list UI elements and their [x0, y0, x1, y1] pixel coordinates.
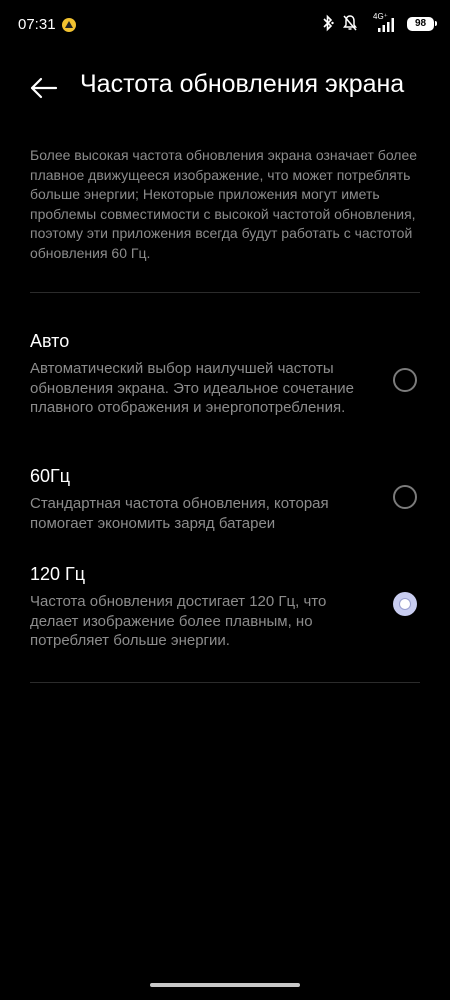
radio-auto[interactable]	[393, 368, 417, 392]
battery-tip	[435, 21, 437, 26]
option-60hz[interactable]: 60Гц Стандартная частота обновления, кот…	[0, 466, 450, 532]
status-bar: 07:31 4G⁺ 98	[0, 0, 450, 50]
notifications-off-icon	[343, 15, 357, 31]
divider-top	[30, 292, 420, 293]
divider-bottom	[30, 682, 420, 683]
home-indicator[interactable]	[150, 983, 300, 987]
status-time: 07:31	[18, 16, 56, 33]
signal-icon: 4G⁺	[373, 12, 399, 32]
option-description: Частота обновления достигает 120 Гц, что…	[30, 593, 327, 649]
app-notification-icon	[62, 18, 76, 32]
description-text: Более высокая частота обновления экрана …	[30, 147, 418, 261]
radio-120hz-selected[interactable]	[393, 592, 417, 616]
back-arrow-icon	[30, 77, 58, 99]
option-title: 120 Гц	[30, 564, 86, 584]
option-description: Автоматический выбор наилучшей частоты о…	[30, 360, 354, 416]
option-title: Авто	[30, 331, 70, 351]
radio-60hz[interactable]	[393, 485, 417, 509]
back-button[interactable]	[26, 72, 62, 104]
bluetooth-icon	[323, 14, 334, 32]
option-description: Стандартная частота обновления, которая …	[30, 495, 329, 532]
option-title: 60Гц	[30, 466, 71, 486]
option-auto[interactable]: Авто Автоматический выбор наилучшей част…	[0, 331, 450, 435]
page-title: Частота обновления экрана	[80, 70, 405, 98]
option-120hz[interactable]: 120 Гц Частота обновления достигает 120 …	[0, 564, 450, 652]
battery-icon: 98	[407, 17, 434, 31]
